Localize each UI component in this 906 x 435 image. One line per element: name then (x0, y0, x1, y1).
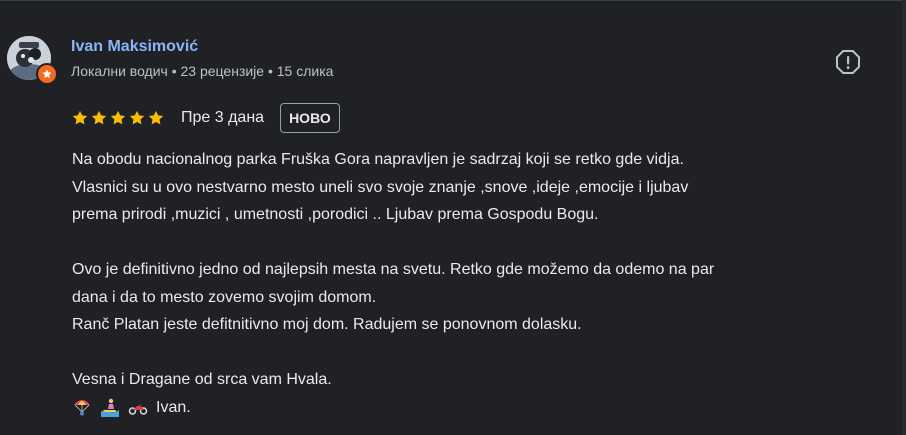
review-line: dana i da to mesto zovemo svojim domom. (72, 288, 377, 306)
new-badge: НОВО (280, 103, 340, 133)
star-icon (129, 110, 145, 125)
report-flag-icon[interactable] (834, 48, 862, 76)
review-text: Na obodu nacionalnog parka Fruška Gora n… (72, 146, 872, 421)
local-guide-star-icon (36, 63, 58, 85)
review-line: Na obodu nacionalnog parka Fruška Gora n… (72, 151, 684, 168)
emoji-line: Ivan. (72, 394, 872, 422)
surfer-emoji (100, 397, 120, 418)
rating-row: Пре 3 дана НОВО (71, 102, 340, 134)
star-icon (110, 110, 126, 125)
motorcycle-emoji (128, 397, 148, 417)
scrollbar[interactable] (902, 0, 906, 435)
review-line: Ivan. (156, 398, 191, 416)
review-line: Ranč Platan jeste defitnitivno moj dom. … (72, 316, 582, 333)
parachute-emoji (72, 397, 92, 417)
reviewer-name[interactable]: Ivan Maksimović (71, 38, 198, 56)
star-icon (148, 110, 164, 125)
star-icon (91, 110, 107, 125)
review-line: premа prirodi ,muzici , umetnosti ,porod… (72, 206, 599, 223)
star-icon (72, 110, 88, 125)
star-rating (71, 109, 165, 127)
review-line: Vlasnici su u ovo nestvarno mesto uneli … (72, 178, 689, 196)
reviewer-meta: Локални водич • 23 рецензије • 15 слика (71, 63, 334, 79)
review-line: Vesna i Dragane od srca vam Hvala. (72, 371, 332, 388)
review-date: Пре 3 дана (181, 109, 265, 126)
avatar[interactable] (7, 36, 58, 85)
review-line: Ovo je definitivno jedno od najlepsih me… (72, 261, 715, 278)
divider (0, 0, 906, 1)
